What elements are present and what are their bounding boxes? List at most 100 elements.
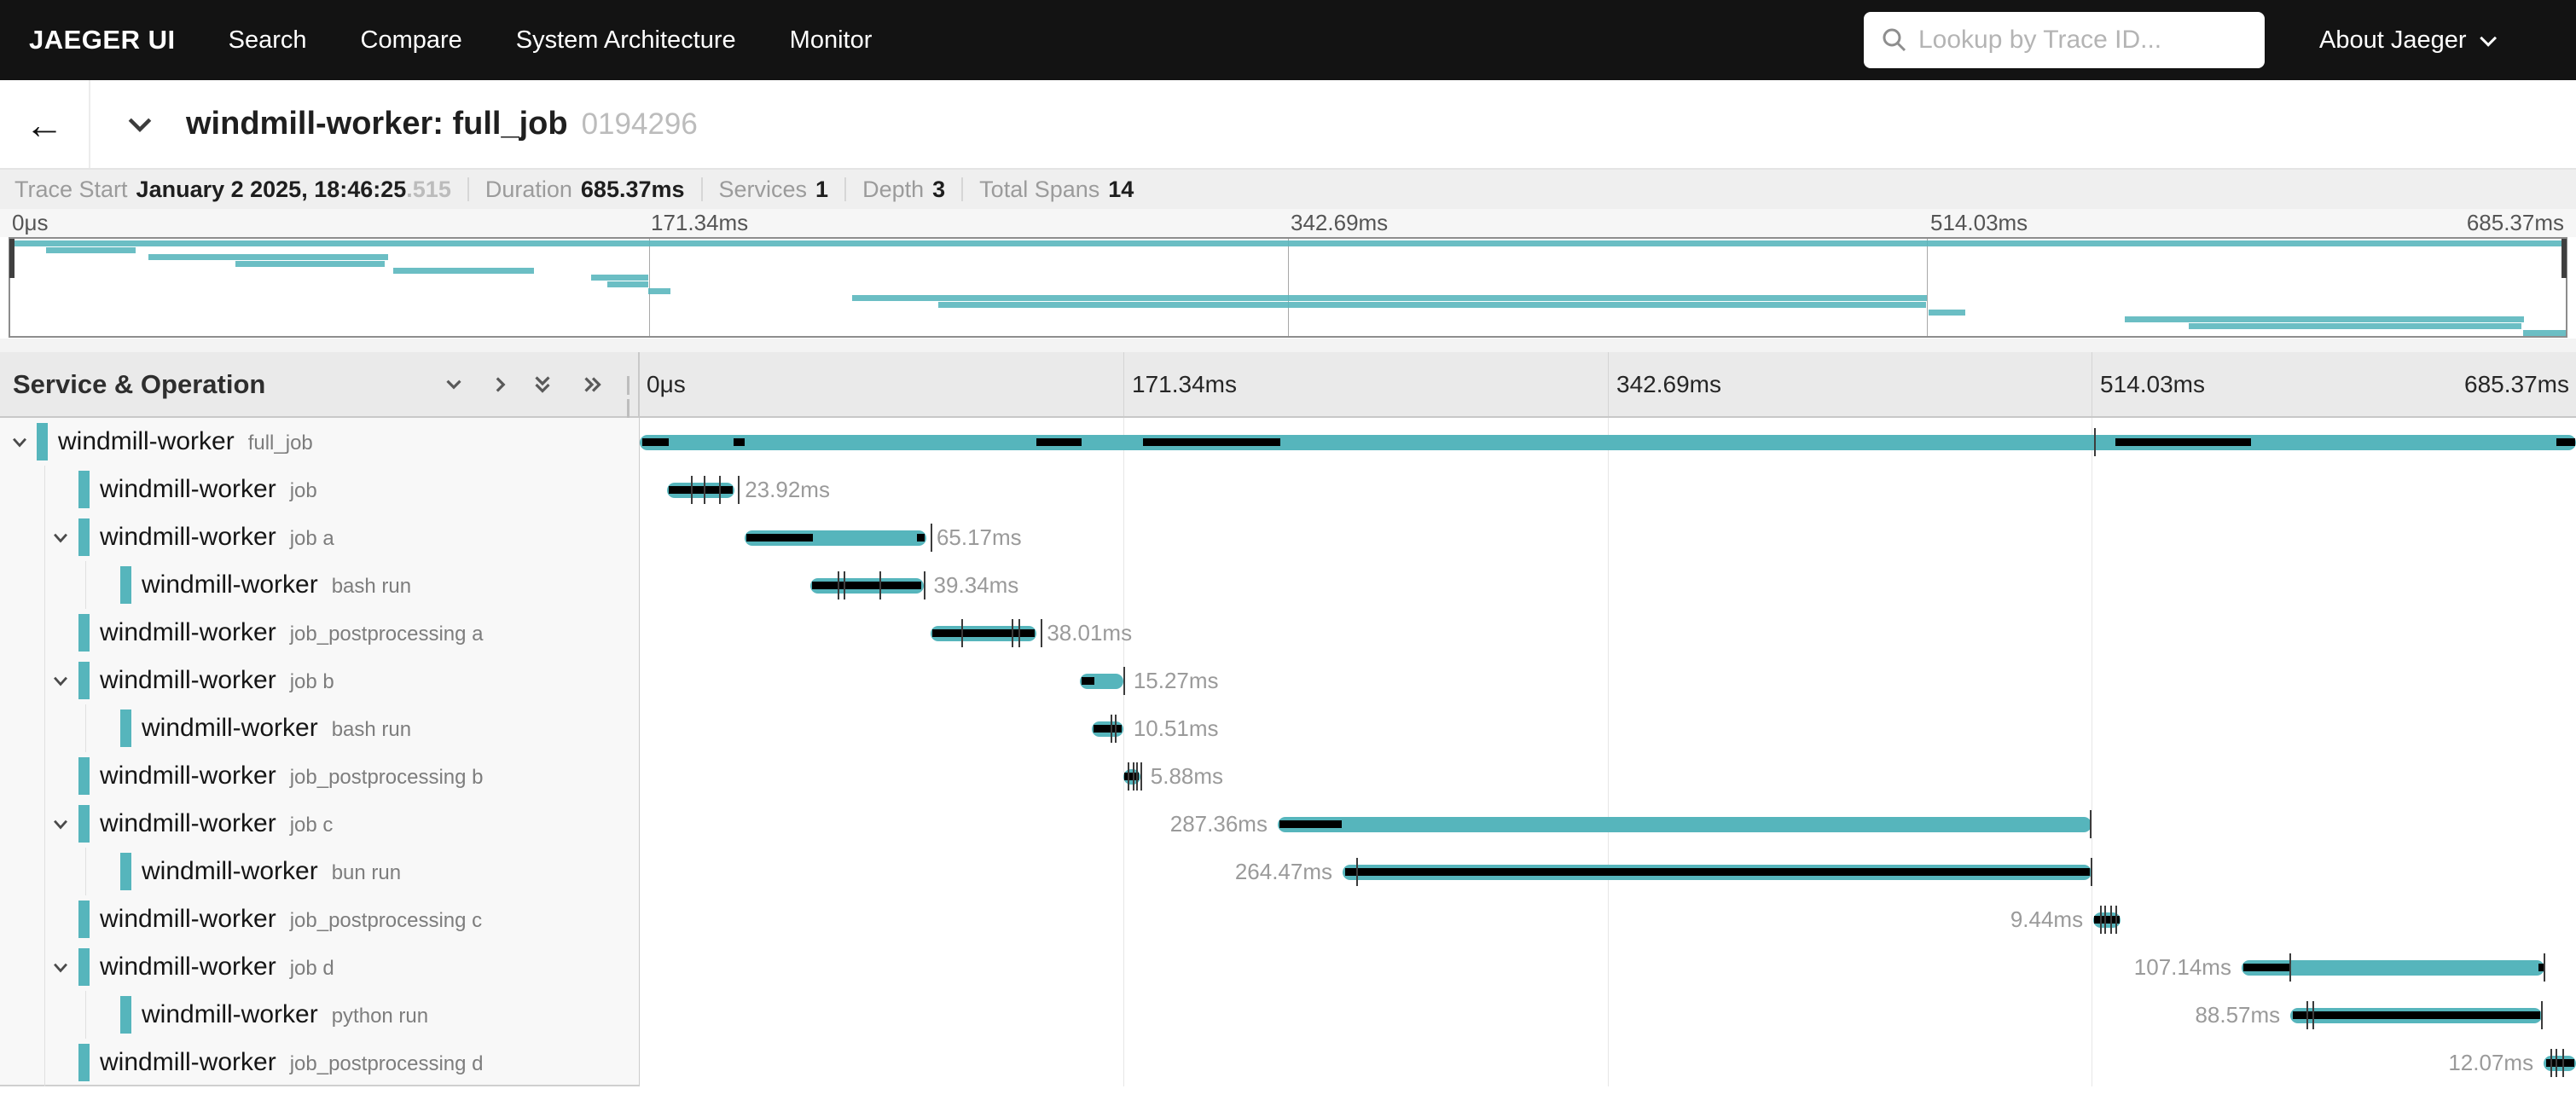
span-row-name[interactable]: windmill-workerjob_postprocessing d (0, 1039, 639, 1086)
span-log-tick (2306, 1001, 2308, 1029)
span-row-timeline[interactable]: 10.51ms (640, 704, 2576, 752)
span-duration-label: 107.14ms (2134, 943, 2231, 991)
service-color-swatch (78, 614, 90, 652)
span-row-name[interactable]: windmill-workerjob a (0, 513, 639, 561)
span-log-tick (2104, 906, 2106, 934)
chevron-down-icon[interactable] (49, 527, 72, 553)
span-row-name[interactable]: windmill-workerpython run (0, 991, 639, 1039)
services-value: 1 (815, 177, 828, 203)
minimap-span-bar (2189, 323, 2521, 329)
span-row-timeline[interactable]: 39.34ms (640, 561, 2576, 609)
nav-item-system-architecture[interactable]: System Architecture (516, 26, 736, 55)
span-duration-label: 38.01ms (1047, 609, 1132, 657)
span-row-name[interactable]: windmill-workerjob (0, 466, 639, 513)
operation-name: job_postprocessing b (290, 766, 484, 789)
indent-guide (85, 704, 86, 752)
collapse-all-button[interactable] (529, 371, 556, 398)
operation-name: python run (332, 1005, 428, 1028)
indent-guide (85, 848, 86, 895)
span-row-name[interactable]: windmill-workerjob_postprocessing c (0, 895, 639, 943)
trace-summary: Trace Start January 2 2025, 18:46:25 .51… (0, 170, 2576, 209)
service-name: windmill-workerjob_postprocessing c (100, 895, 482, 943)
indent-guide (44, 704, 45, 752)
span-row-name[interactable]: windmill-workerbash run (0, 561, 639, 609)
indent-guide (44, 991, 45, 1039)
span-log-tick (2550, 1049, 2552, 1077)
nav-item-compare[interactable]: Compare (361, 26, 462, 55)
nav-menu: Search Compare System Architecture Monit… (229, 26, 873, 55)
timeline-tick-2: 342.69ms (1616, 352, 1721, 416)
span-row-timeline[interactable]: 107.14ms (640, 943, 2576, 991)
nav-item-monitor[interactable]: Monitor (790, 26, 873, 55)
span-row-timeline[interactable]: 38.01ms (640, 609, 2576, 657)
chevron-down-icon[interactable] (49, 814, 72, 840)
chevron-down-icon (440, 371, 467, 398)
chevron-down-icon[interactable] (49, 670, 72, 697)
collapse-one-button[interactable] (440, 371, 467, 398)
trace-collapse-toggle[interactable] (121, 106, 159, 148)
span-bar[interactable] (1278, 817, 2092, 832)
operation-name: job c (290, 814, 334, 837)
nav-item-search[interactable]: Search (229, 26, 307, 55)
minimap-tick-0: 0μs (12, 210, 48, 236)
minimap-span-bar (393, 268, 534, 274)
span-row-name[interactable]: windmill-workerjob_postprocessing b (0, 752, 639, 800)
span-row-name[interactable]: windmill-workerjob c (0, 800, 639, 848)
minimap-gridline (1288, 239, 1289, 336)
span-row-name[interactable]: windmill-workerbash run (0, 704, 639, 752)
span-row-timeline[interactable]: 15.27ms (640, 657, 2576, 704)
span-row-name[interactable]: windmill-workerjob_postprocessing a (0, 609, 639, 657)
minimap-right-handle[interactable] (2561, 239, 2567, 278)
span-row-timeline[interactable]: 88.57ms (640, 991, 2576, 1039)
service-name: windmill-workerbash run (142, 561, 411, 609)
span-log-tick (1041, 619, 1042, 647)
span-row-timeline[interactable]: 23.92ms (640, 466, 2576, 513)
service-color-swatch (78, 757, 90, 795)
expand-one-button[interactable] (486, 371, 513, 398)
chevron-down-icon[interactable] (49, 957, 72, 983)
span-bar[interactable] (640, 435, 2576, 450)
span-row-timeline[interactable]: 5.88ms (640, 752, 2576, 800)
duration-value: 685.37ms (581, 177, 685, 203)
span-log-tick (1128, 762, 1129, 791)
minimap-left-handle[interactable] (9, 239, 15, 278)
span-row-timeline[interactable]: 9.44ms (640, 895, 2576, 943)
expand-all-button[interactable] (578, 371, 606, 398)
span-row-timeline[interactable]: 12.07ms (640, 1039, 2576, 1086)
back-button[interactable]: ← (0, 80, 90, 168)
indent-guide (44, 657, 45, 704)
span-row-name[interactable]: windmill-workerjob d (0, 943, 639, 991)
span-log-tick (2541, 1001, 2543, 1029)
jaeger-trace-page: JAEGER UI Search Compare System Architec… (0, 0, 2576, 1112)
double-chevron-down-icon (529, 371, 556, 398)
span-row-timeline[interactable] (640, 418, 2576, 466)
minimap-span-bar (10, 240, 2566, 246)
trace-id-lookup-input[interactable]: Lookup by Trace ID... (1864, 12, 2265, 68)
chevron-down-icon[interactable] (9, 431, 31, 458)
service-name: windmill-workerjob d (100, 943, 334, 991)
minimap-tick-4: 685.37ms (2467, 210, 2564, 236)
span-log-tick (2556, 1049, 2557, 1077)
span-row-timeline[interactable]: 287.36ms (640, 800, 2576, 848)
span-row-timeline[interactable]: 65.17ms (640, 513, 2576, 561)
span-log-tick (838, 571, 839, 599)
indent-guide (44, 513, 45, 561)
span-row-name[interactable]: windmill-workerjob b (0, 657, 639, 704)
span-log-tick (1018, 619, 1020, 647)
span-row-name[interactable]: windmill-workerbun run (0, 848, 639, 895)
divider (467, 177, 469, 201)
top-nav: JAEGER UI Search Compare System Architec… (0, 0, 2576, 80)
span-event-segment (1279, 820, 1342, 828)
operation-name: job d (290, 957, 334, 980)
span-row-name[interactable]: windmill-workerfull_job (0, 418, 639, 466)
column-resize-handle[interactable] (627, 376, 635, 397)
service-color-swatch (120, 709, 131, 747)
span-log-tick (2544, 953, 2545, 982)
trace-minimap[interactable] (9, 237, 2567, 338)
about-jaeger-menu[interactable]: About Jaeger (2319, 0, 2492, 80)
timeline-tick-4: 685.37ms (2464, 352, 2569, 416)
span-rows: windmill-workerfull_jobwindmill-workerjo… (0, 418, 2576, 1086)
depth-label: Depth (862, 177, 924, 203)
operation-name: bash run (332, 718, 411, 741)
span-row-timeline[interactable]: 264.47ms (640, 848, 2576, 895)
